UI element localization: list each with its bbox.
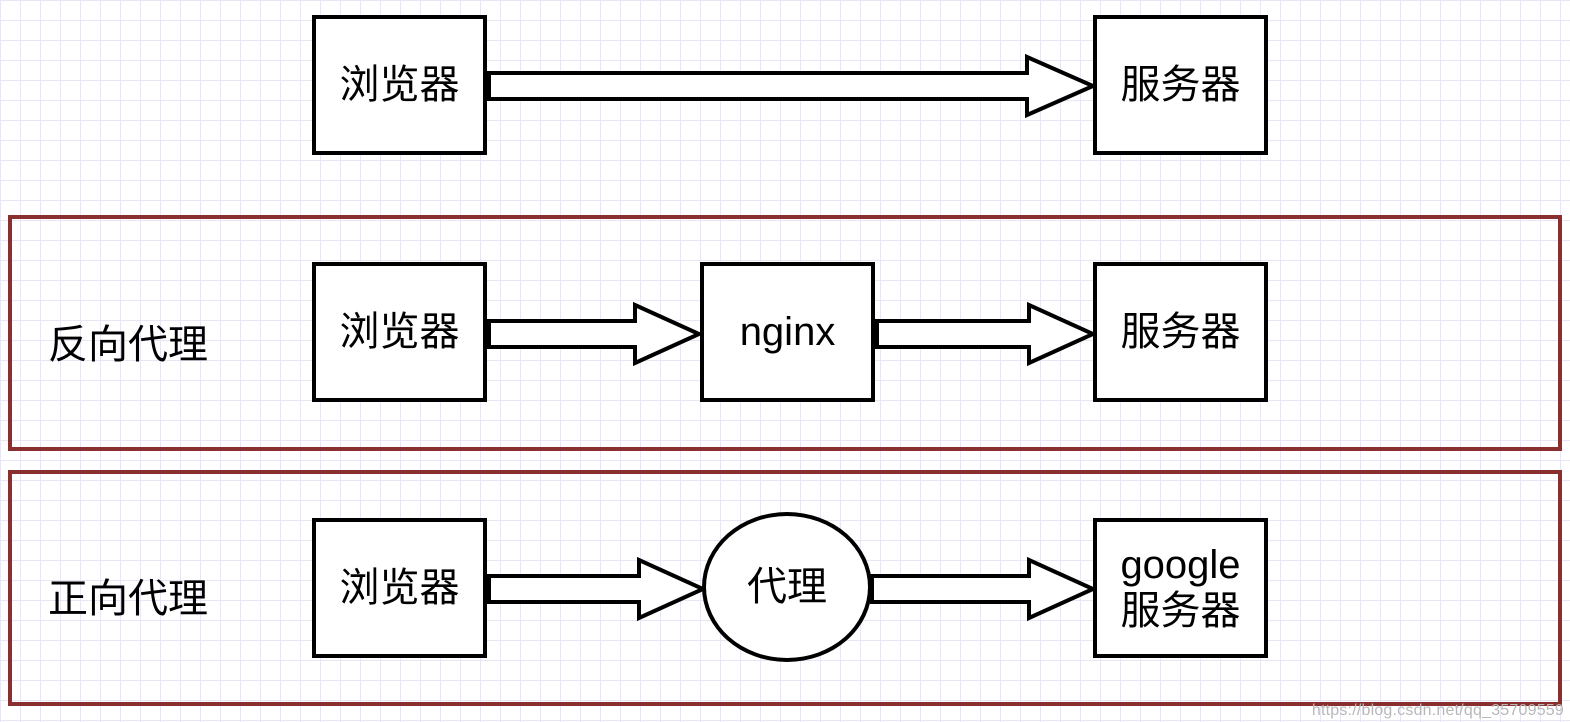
row2-server-text: 服务器 [1121,309,1241,355]
reverse-proxy-label: 反向代理 [48,312,208,370]
row2-arrow-2 [875,303,1095,365]
row3-middle-text: 代理 [747,564,827,610]
row3-middle-ellipse: 代理 [702,512,872,662]
row2-middle-box: nginx [700,262,875,402]
row3-server-box: google 服务器 [1093,518,1268,658]
row1-browser-text: 浏览器 [340,62,460,108]
row2-middle-text: nginx [740,309,836,355]
row3-browser-box: 浏览器 [312,518,487,658]
row2-arrow-1 [487,303,701,365]
row3-arrow-1 [487,558,705,620]
watermark-text: https://blog.csdn.net/qq_35709559 [1312,702,1564,720]
row2-browser-text: 浏览器 [340,309,460,355]
row3-browser-text: 浏览器 [340,565,460,611]
row3-server-text: google 服务器 [1120,542,1240,634]
forward-proxy-label: 正向代理 [48,566,208,624]
row3-arrow-2 [870,558,1095,620]
row2-browser-box: 浏览器 [312,262,487,402]
row1-server-text: 服务器 [1121,62,1241,108]
row1-browser-box: 浏览器 [312,15,487,155]
row1-arrow [487,55,1095,117]
row1-server-box: 服务器 [1093,15,1268,155]
row2-server-box: 服务器 [1093,262,1268,402]
